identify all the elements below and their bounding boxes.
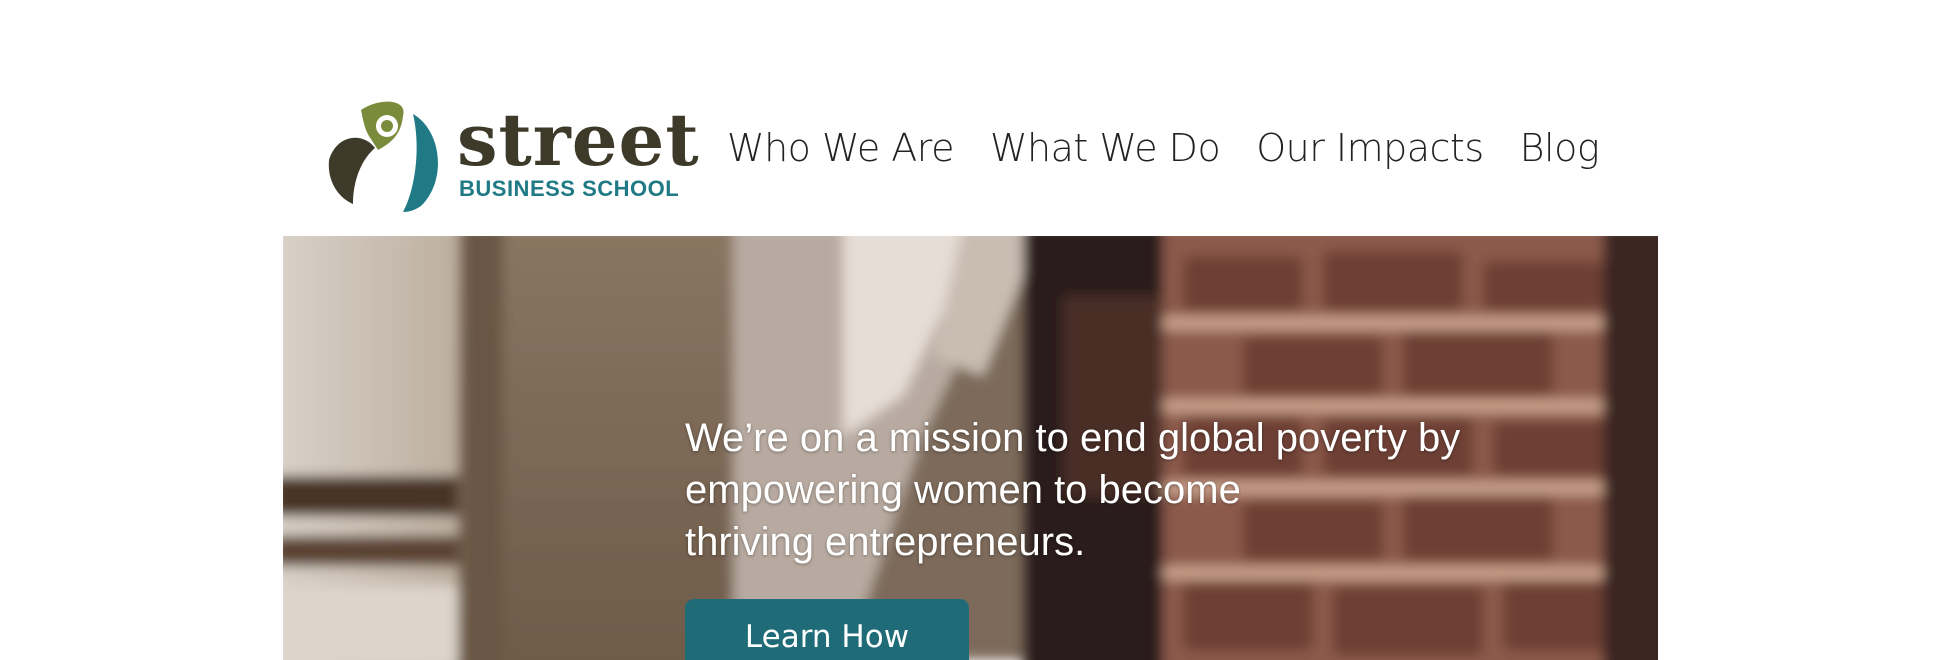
logo-subtitle: BUSINESS SCHOOL [459,176,680,201]
site-header: street BUSINESS SCHOOL Who We Are What W… [283,88,1658,236]
learn-how-button[interactable]: Learn How [685,599,969,660]
hero-line-1: We’re on a mission to end global poverty… [685,416,1461,460]
nav-item-blog[interactable]: Blog [1520,124,1600,172]
street-business-school-logo[interactable]: street BUSINESS SCHOOL [323,94,699,224]
hero-banner: We’re on a mission to end global poverty… [283,236,1658,660]
nav-item-what-we-do[interactable]: What We Do [990,124,1221,172]
hero-line-3: thriving entrepreneurs. [685,520,1086,564]
main-nav: Who We Are What We Do Our Impacts Blog [727,124,1600,172]
nav-item-our-impacts[interactable]: Our Impacts [1256,124,1484,172]
logo-wordmark: street [457,97,700,182]
page: street BUSINESS SCHOOL Who We Are What W… [0,0,1940,660]
logo-mark-icon [328,101,438,212]
nav-item-who-we-are[interactable]: Who We Are [727,124,954,172]
hero-mission-statement: We’re on a mission to end global poverty… [685,412,1635,568]
hero-line-2: empowering women to become [685,468,1241,512]
